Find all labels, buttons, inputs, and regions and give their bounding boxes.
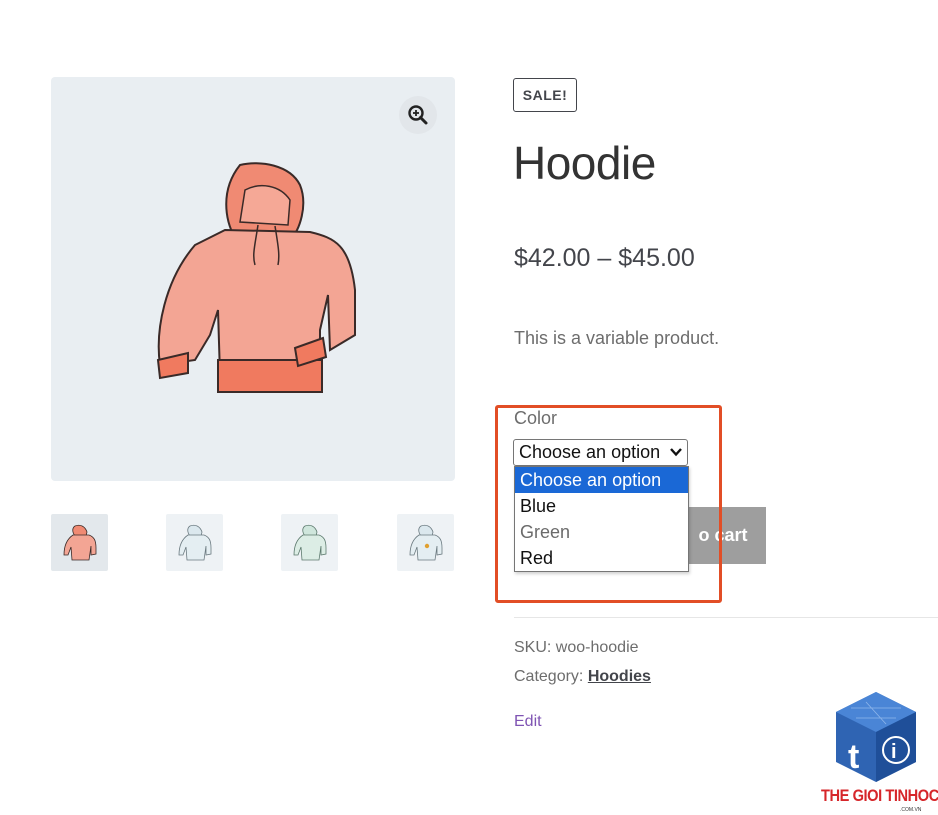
annotation-highlight-box [495,405,722,603]
zoom-in-icon [408,105,428,125]
sku-value: woo-hoodie [555,639,639,656]
thumbnail-blue[interactable] [166,514,223,571]
thumbnail-pink[interactable] [51,514,108,571]
watermark-subtext: .COM.VN [900,807,922,813]
thumbnail-blue-logo[interactable] [397,514,454,571]
hoodie-thumb-icon [178,524,211,560]
hoodie-thumb-icon [63,524,96,560]
divider [514,617,938,618]
hoodie-thumb-icon [293,524,326,560]
product-description: This is a variable product. [514,328,720,348]
category-label: Category: [514,668,584,685]
watermark-text: THE GIOI TINHOC [821,786,938,805]
thumbnail-green[interactable] [281,514,338,571]
sku-label: SKU: [514,639,552,656]
svg-text:i: i [891,741,897,763]
hoodie-image [156,162,356,393]
hoodie-thumb-icon [409,524,442,560]
zoom-button[interactable] [399,96,437,134]
sale-badge: SALE! [513,78,577,112]
product-title: Hoodie [513,137,656,189]
category-link[interactable]: Hoodies [588,668,651,685]
category-row: Category: Hoodies [514,668,651,686]
svg-text:t: t [848,738,859,776]
edit-link[interactable]: Edit [514,713,542,731]
sku-row: SKU: woo-hoodie [514,639,639,657]
product-price: $42.00 – $45.00 [514,244,695,272]
